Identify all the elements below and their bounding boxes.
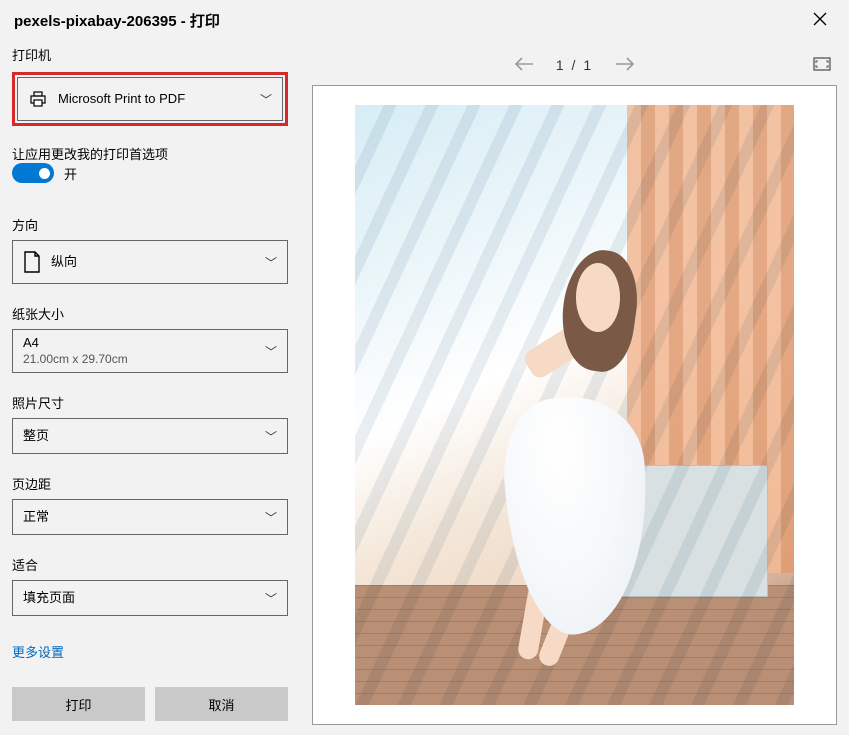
fit-to-page-button[interactable] bbox=[813, 57, 831, 74]
allow-change-toggle[interactable] bbox=[12, 163, 54, 183]
chevron-down-icon: ﹀ bbox=[265, 343, 277, 360]
arrow-left-icon bbox=[514, 57, 534, 71]
orientation-selected: 纵向 bbox=[51, 254, 265, 270]
toggle-state-text: 开 bbox=[64, 164, 77, 183]
cancel-button[interactable]: 取消 bbox=[155, 687, 288, 721]
page-preview-frame bbox=[312, 85, 837, 725]
page-indicator: 1 / 1 bbox=[556, 57, 593, 73]
preview-area: 1 / 1 bbox=[300, 37, 849, 735]
fit-page-icon bbox=[813, 57, 831, 71]
fit-dropdown[interactable]: 填充页面 ﹀ bbox=[12, 580, 288, 616]
chevron-down-icon: ﹀ bbox=[265, 254, 277, 271]
page-current: 1 bbox=[556, 57, 566, 73]
arrow-right-icon bbox=[615, 57, 635, 71]
paper-size-dropdown[interactable]: A4 21.00cm x 29.70cm ﹀ bbox=[12, 329, 288, 373]
photo-size-selected: 整页 bbox=[23, 428, 265, 444]
prev-page-button[interactable] bbox=[514, 55, 534, 76]
print-settings-sidebar: 打印机 Microsoft Print to PDF ﹀ 让应用更改我的打印首选… bbox=[0, 37, 300, 735]
close-button[interactable] bbox=[805, 8, 835, 33]
page-navigation: 1 / 1 bbox=[312, 45, 837, 85]
printer-dropdown[interactable]: Microsoft Print to PDF ﹀ bbox=[17, 77, 283, 121]
next-page-button[interactable] bbox=[615, 55, 635, 76]
preview-image bbox=[355, 105, 794, 705]
margins-dropdown[interactable]: 正常 ﹀ bbox=[12, 499, 288, 535]
margins-label: 页边距 bbox=[12, 474, 288, 493]
title-bar: pexels-pixabay-206395 - 打印 bbox=[0, 0, 849, 37]
margins-selected: 正常 bbox=[23, 509, 265, 525]
window-title: pexels-pixabay-206395 - 打印 bbox=[14, 10, 220, 31]
paper-size-sub: 21.00cm x 29.70cm bbox=[23, 352, 265, 367]
photo-size-dropdown[interactable]: 整页 ﹀ bbox=[12, 418, 288, 454]
chevron-down-icon: ﹀ bbox=[265, 590, 277, 607]
chevron-down-icon: ﹀ bbox=[265, 428, 277, 445]
printer-icon bbox=[28, 89, 48, 109]
fit-label: 适合 bbox=[12, 555, 288, 574]
print-button[interactable]: 打印 bbox=[12, 687, 145, 721]
chevron-down-icon: ﹀ bbox=[260, 91, 272, 108]
close-icon bbox=[813, 12, 827, 26]
page-sep: / bbox=[572, 57, 578, 73]
allow-change-label: 让应用更改我的打印首选项 bbox=[12, 144, 288, 163]
printer-label: 打印机 bbox=[12, 45, 288, 64]
orientation-dropdown[interactable]: 纵向 ﹀ bbox=[12, 240, 288, 284]
page-total: 1 bbox=[583, 57, 593, 73]
paper-size-selected: A4 bbox=[23, 335, 265, 351]
portrait-page-icon bbox=[23, 251, 41, 273]
more-settings-link[interactable]: 更多设置 bbox=[12, 642, 288, 661]
printer-highlight: Microsoft Print to PDF ﹀ bbox=[12, 72, 288, 126]
fit-selected: 填充页面 bbox=[23, 590, 265, 606]
chevron-down-icon: ﹀ bbox=[265, 509, 277, 526]
paper-size-label: 纸张大小 bbox=[12, 304, 288, 323]
orientation-label: 方向 bbox=[12, 215, 288, 234]
printer-selected: Microsoft Print to PDF bbox=[58, 91, 260, 107]
photo-size-label: 照片尺寸 bbox=[12, 393, 288, 412]
